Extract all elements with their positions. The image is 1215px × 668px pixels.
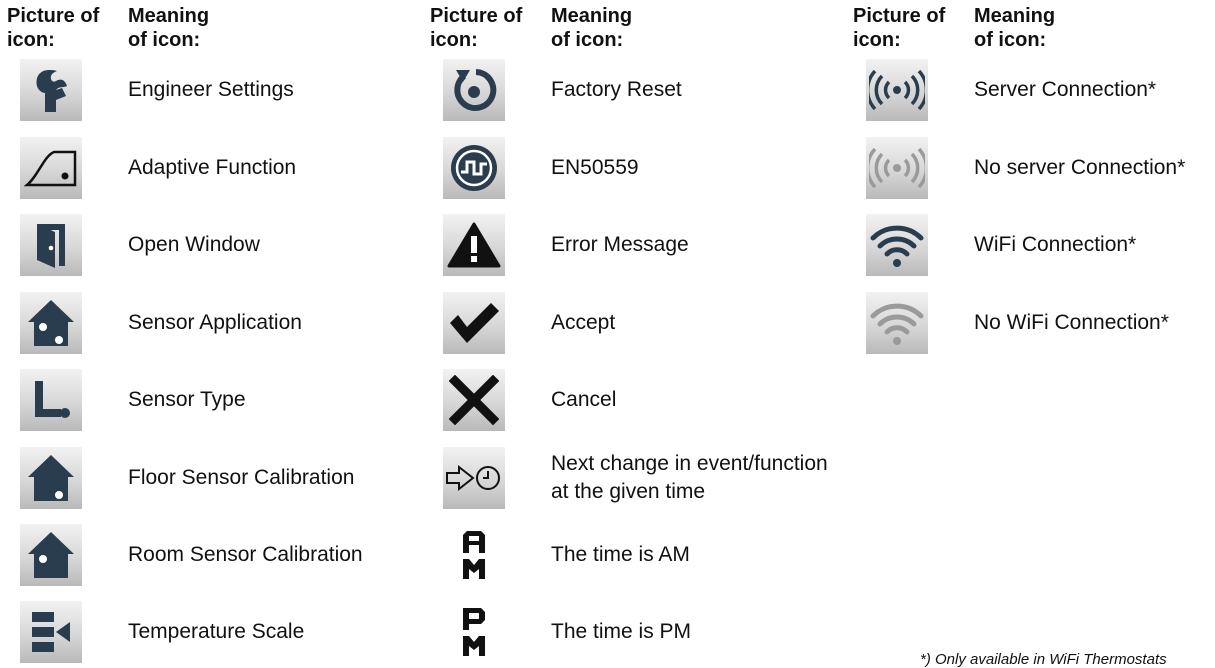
legend-label: EN50559 (551, 156, 639, 179)
meaning-header-line2: of icon: (551, 29, 624, 51)
legend-row: The time is PM (430, 601, 860, 663)
wifi-connection-icon (866, 214, 928, 276)
error-warning-icon (443, 214, 505, 276)
meaning-header-line1: Meaning (128, 5, 210, 27)
legend-row: Next change in event/function at the giv… (430, 447, 860, 509)
legend-row: Sensor Application (7, 292, 427, 354)
legend-label: Open Window (128, 233, 260, 256)
meaning-header: Meaning of icon: (974, 4, 1055, 52)
legend-row: Sensor Type (7, 369, 427, 431)
picture-header-line2: icon: (7, 29, 55, 51)
picture-header-line2: icon: (853, 29, 901, 51)
picture-header-line2: icon: (430, 29, 478, 51)
pm-icon (443, 601, 505, 663)
legend-label: Floor Sensor Calibration (128, 466, 355, 489)
picture-header-line1: Picture of (7, 5, 100, 27)
picture-header: Picture of icon: (430, 4, 522, 52)
legend-row: Temperature Scale (7, 601, 427, 663)
legend-row: Engineer Settings (7, 59, 427, 121)
meaning-header: Meaning of icon: (551, 4, 632, 52)
legend-row: Adaptive Function (7, 137, 427, 199)
cross-icon (443, 369, 505, 431)
room-sensor-icon (20, 524, 82, 586)
open-window-icon (20, 214, 82, 276)
legend-row: WiFi Connection* (853, 214, 1215, 276)
legend-row: No WiFi Connection* (853, 292, 1215, 354)
legend-row: The time is AM (430, 524, 860, 586)
legend-row: No server Connection* (853, 137, 1215, 199)
legend-label: Factory Reset (551, 78, 682, 101)
server-connection-icon (866, 59, 928, 121)
legend-row: Error Message (430, 214, 860, 276)
adaptive-function-icon (20, 137, 82, 199)
meaning-header-line1: Meaning (551, 5, 633, 27)
factory-reset-icon (443, 59, 505, 121)
legend-row: Accept (430, 292, 860, 354)
legend-label: Sensor Type (128, 388, 246, 411)
legend-label: The time is AM (551, 543, 690, 566)
meaning-header-line1: Meaning (974, 5, 1056, 27)
legend-label: Adaptive Function (128, 156, 297, 179)
no-wifi-connection-icon (866, 292, 928, 354)
legend-label: Temperature Scale (128, 620, 305, 643)
legend-label: WiFi Connection* (974, 233, 1137, 256)
meaning-header-line2: of icon: (974, 29, 1047, 51)
legend-row: Cancel (430, 369, 860, 431)
legend-row: Factory Reset (430, 59, 860, 121)
legend-label: Sensor Application (128, 311, 302, 334)
legend-row: Server Connection* (853, 59, 1215, 121)
legend-label: The time is PM (551, 620, 692, 643)
legend-label: Accept (551, 311, 616, 334)
legend-label: Cancel (551, 388, 617, 411)
icon-column-2: Picture of icon: Meaning of icon: Factor… (430, 0, 860, 666)
legend-label: Error Message (551, 233, 689, 256)
meaning-header: Meaning of icon: (128, 4, 209, 52)
legend-label: Engineer Settings (128, 78, 294, 101)
picture-header: Picture of icon: (7, 4, 99, 52)
legend-row: EN50559 (430, 137, 860, 199)
picture-header-line1: Picture of (430, 5, 523, 27)
en50559-icon (443, 137, 505, 199)
checkmark-icon (443, 292, 505, 354)
icon-column-1: Picture of icon: Meaning of icon: Engine… (7, 0, 427, 666)
legend-label-line1: Next change in event/function (551, 452, 828, 475)
am-icon (443, 524, 505, 586)
wrench-icon (20, 59, 82, 121)
sensor-type-icon (20, 369, 82, 431)
legend-row: Open Window (7, 214, 427, 276)
sensor-application-icon (20, 292, 82, 354)
legend-label-multiline: Next change in event/function at the giv… (551, 447, 828, 509)
icon-column-3: Picture of icon: Meaning of icon: Server… (853, 0, 1215, 666)
legend-label: No server Connection* (974, 156, 1186, 179)
legend-row: Floor Sensor Calibration (7, 447, 427, 509)
legend-label: Room Sensor Calibration (128, 543, 363, 566)
no-server-connection-icon (866, 137, 928, 199)
legend-label: Server Connection* (974, 78, 1157, 101)
next-change-clock-icon (443, 447, 505, 509)
legend-row: Room Sensor Calibration (7, 524, 427, 586)
footnote: *) Only available in WiFi Thermostats (920, 651, 1167, 668)
picture-header: Picture of icon: (853, 4, 945, 52)
legend-label-line2: at the given time (551, 480, 706, 503)
meaning-header-line2: of icon: (128, 29, 201, 51)
picture-header-line1: Picture of (853, 5, 946, 27)
temperature-scale-icon (20, 601, 82, 663)
legend-label: No WiFi Connection* (974, 311, 1169, 334)
floor-sensor-icon (20, 447, 82, 509)
